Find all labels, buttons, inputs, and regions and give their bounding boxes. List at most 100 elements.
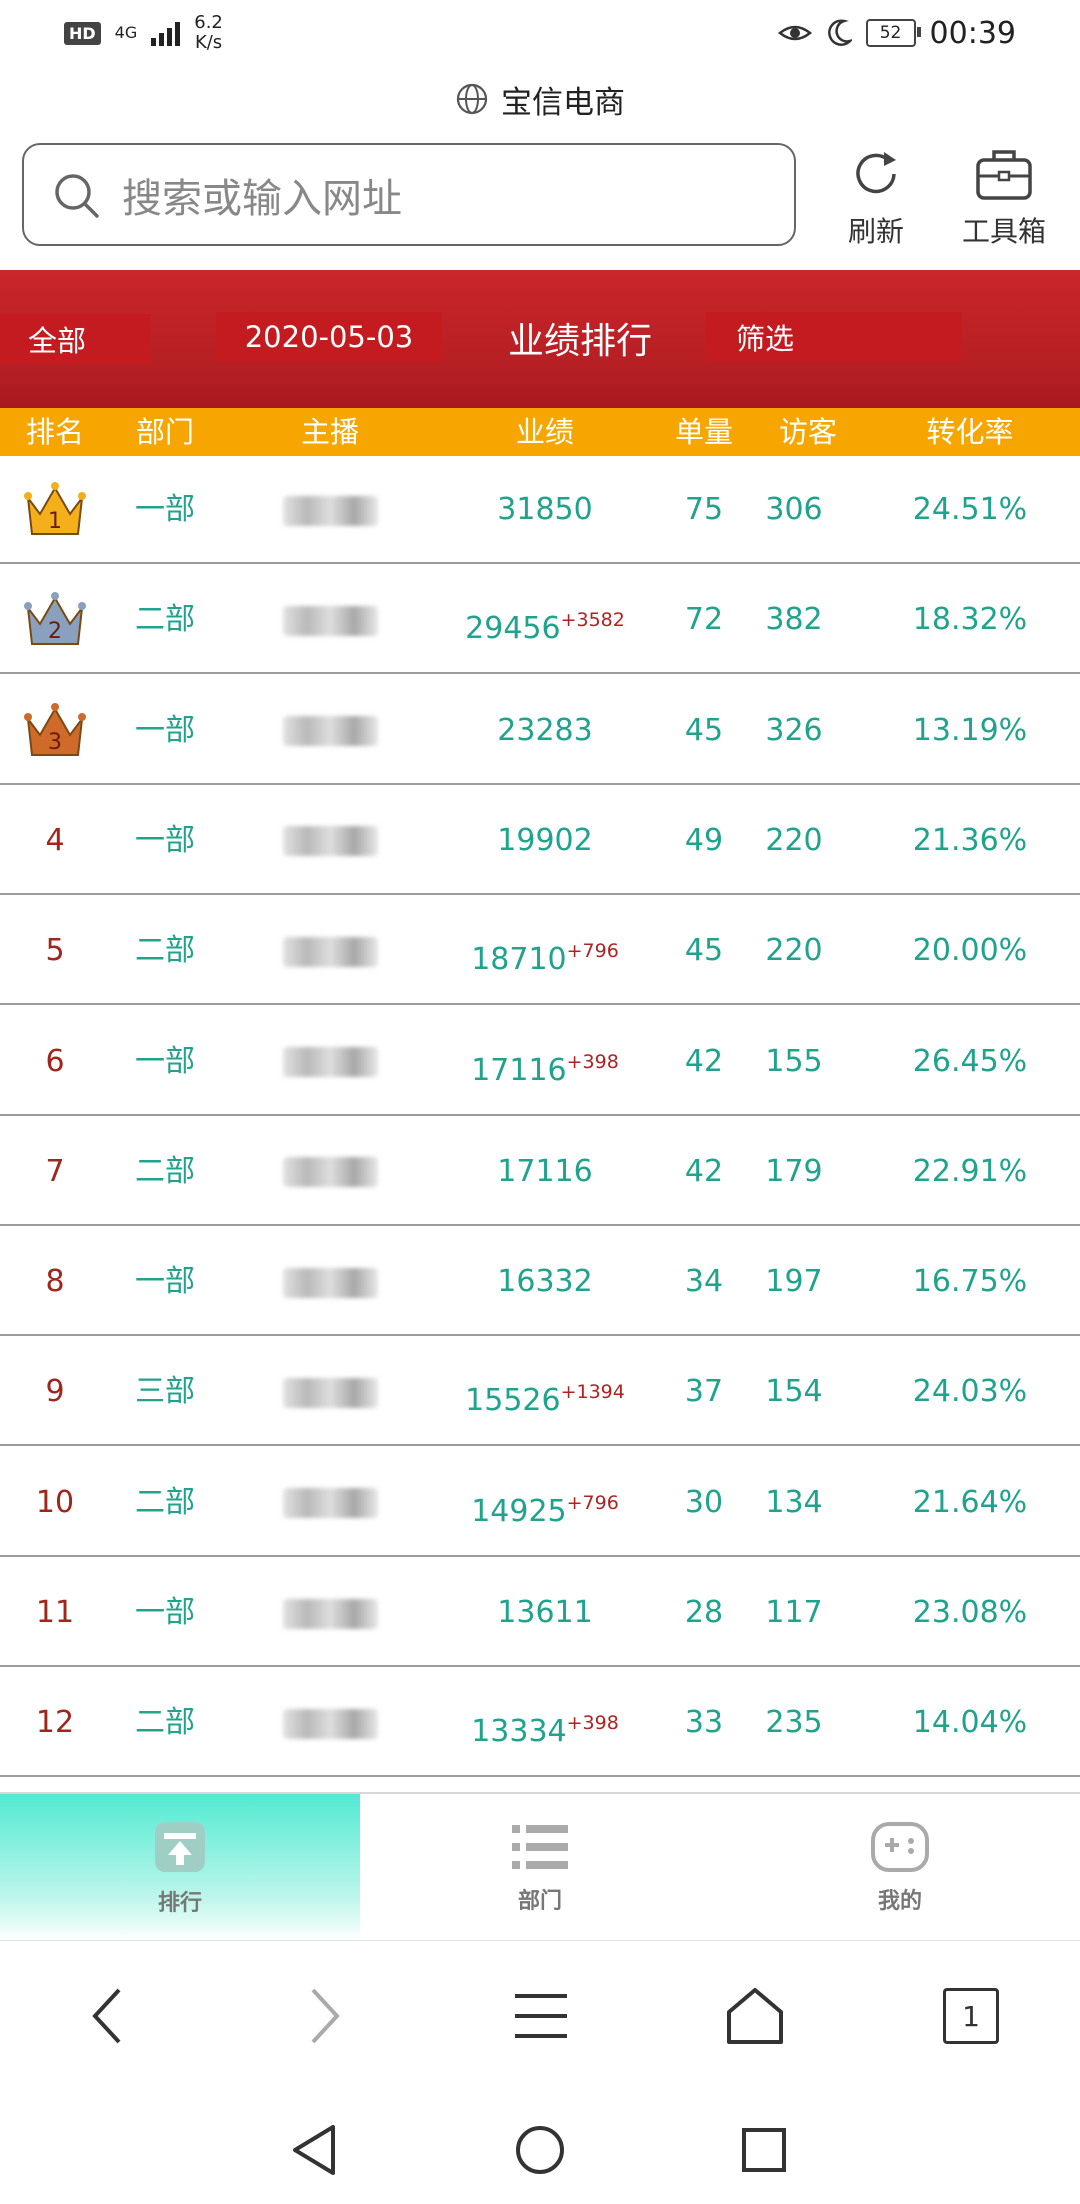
moon-icon xyxy=(827,19,852,46)
conversion-cell: 23.08% xyxy=(912,1595,1028,1630)
performance-value: 29456 xyxy=(465,611,561,647)
ranking-title: 业绩排行 xyxy=(507,321,652,362)
anchor-cell-blurred xyxy=(270,897,390,1005)
department-cell: 二部 xyxy=(135,602,195,638)
table-row[interactable]: 4 一部 19902 49 220 21.36% xyxy=(0,787,1080,895)
col-conversion: 转化率 xyxy=(926,415,1014,449)
status-right: 52 00:39 xyxy=(777,16,1016,51)
menu-icon xyxy=(515,1994,567,2038)
blurred-name xyxy=(282,1267,378,1298)
table-row[interactable]: 6 一部 17116+398 42 155 26.45% xyxy=(0,1008,1080,1116)
date-picker[interactable]: 2020-05-03 xyxy=(216,312,442,362)
blurred-name xyxy=(282,605,378,636)
conversion-cell: 21.64% xyxy=(912,1484,1028,1520)
crown-rank-number: 1 xyxy=(48,509,62,534)
column-header: 排名 部门 主播 业绩 单量 访客 转化率 xyxy=(0,408,1080,456)
rank-cell: 9 xyxy=(45,1374,65,1410)
anchor-cell-blurred xyxy=(270,1559,390,1667)
table-row[interactable]: 8 一部 16332 34 197 16.75% xyxy=(0,1228,1080,1337)
conversion-cell: 20.00% xyxy=(912,933,1028,969)
ranking-icon xyxy=(155,1822,205,1872)
blurred-name xyxy=(282,716,378,747)
department-cell: 三部 xyxy=(135,1374,195,1410)
performance-value: 17116 xyxy=(471,1052,567,1088)
performance-value: 14925 xyxy=(471,1493,567,1529)
department-cell: 二部 xyxy=(135,933,195,969)
home-button[interactable] xyxy=(720,1981,790,2051)
visitors-cell: 220 xyxy=(765,822,823,858)
visitors-cell: 134 xyxy=(765,1484,823,1520)
speed-value: 6.2 xyxy=(194,12,223,33)
toolbox-icon xyxy=(976,150,1032,200)
forward-button[interactable] xyxy=(290,1981,360,2051)
col-anchor: 主播 xyxy=(300,415,359,449)
anchor-cell-blurred xyxy=(270,787,390,895)
nav-ranking[interactable]: 排行 xyxy=(0,1794,360,1942)
back-button[interactable] xyxy=(72,1981,142,2051)
eye-icon xyxy=(777,25,812,41)
sys-recents-button[interactable] xyxy=(734,2120,794,2180)
filter-button[interactable]: 筛选 xyxy=(706,312,962,362)
sys-back-button[interactable] xyxy=(284,2120,344,2180)
col-rank: 排名 xyxy=(25,415,84,449)
table-row[interactable]: 12 二部 13334+398 33 235 14.04% xyxy=(0,1669,1080,1778)
network-speed: 6.2 K/s xyxy=(194,13,223,53)
orders-cell: 42 xyxy=(684,1153,724,1189)
crown-rank-icon: 1 xyxy=(24,482,86,535)
conversion-cell: 21.36% xyxy=(912,822,1028,858)
toolbox-button[interactable]: 工具箱 xyxy=(944,146,1064,256)
table-row[interactable]: 1 一部 31850 75 306 24.51% xyxy=(0,456,1080,564)
toolbox-label: 工具箱 xyxy=(961,215,1046,248)
chevron-left-icon xyxy=(92,1988,121,2044)
table-row[interactable]: 11 一部 13611 28 117 23.08% xyxy=(0,1559,1080,1667)
performance-cell: 18710+796 xyxy=(430,897,660,1005)
performance-value: 18710 xyxy=(471,942,567,978)
square-recents-icon xyxy=(742,2128,786,2172)
status-left: HD 4G 6.2 K/s xyxy=(64,13,223,53)
crown-rank-number: 2 xyxy=(48,619,62,644)
table-row[interactable]: 7 二部 17116 42 179 22.91% xyxy=(0,1118,1080,1226)
performance-delta: +1394 xyxy=(560,1381,625,1404)
table-row[interactable]: 10 二部 14925+796 30 134 21.64% xyxy=(0,1449,1080,1557)
table-row[interactable]: 3 一部 23283 45 326 13.19% xyxy=(0,677,1080,785)
performance-cell: 17116 xyxy=(430,1118,660,1226)
rank-cell: 4 xyxy=(45,822,65,858)
table-row[interactable]: 9 三部 15526+1394 37 154 24.03% xyxy=(0,1338,1080,1447)
department-cell: 一部 xyxy=(135,822,195,858)
nav-mine[interactable]: 我的 xyxy=(720,1794,1080,1942)
anchor-cell-blurred xyxy=(270,1228,390,1336)
orders-cell: 49 xyxy=(684,822,724,858)
table-row[interactable]: 5 二部 18710+796 45 220 20.00% xyxy=(0,897,1080,1006)
department-cell: 一部 xyxy=(135,1264,195,1300)
visitors-cell: 197 xyxy=(765,1264,823,1300)
tabs-button[interactable]: 1 xyxy=(936,1981,1006,2051)
nav-department[interactable]: 部门 xyxy=(360,1794,720,1942)
rank-cell: 6 xyxy=(45,1043,65,1079)
refresh-button[interactable]: 刷新 xyxy=(816,146,936,256)
search-input[interactable]: 搜索或输入网址 xyxy=(122,166,402,224)
performance-cell: 13334+398 xyxy=(430,1669,660,1777)
blurred-name xyxy=(282,936,378,967)
conversion-cell: 13.19% xyxy=(912,712,1028,748)
orders-cell: 75 xyxy=(684,492,724,527)
search-bar[interactable]: 搜索或输入网址 xyxy=(22,143,796,246)
col-dept: 部门 xyxy=(135,415,194,449)
bottom-nav: 排行 部门 我的 xyxy=(0,1792,1080,1942)
performance-value: 19902 xyxy=(497,822,593,858)
table-row[interactable]: 2 二部 29456+3582 72 382 18.32% xyxy=(0,566,1080,675)
filter-all-button[interactable]: 全部 xyxy=(0,314,150,364)
conversion-cell: 18.32% xyxy=(912,602,1028,638)
performance-cell: 14925+796 xyxy=(430,1449,660,1557)
performance-cell: 23283 xyxy=(430,677,660,785)
search-icon xyxy=(55,173,99,218)
sys-home-button[interactable] xyxy=(510,2120,570,2180)
performance-value: 17116 xyxy=(497,1153,593,1189)
menu-button[interactable] xyxy=(506,1981,576,2051)
globe-icon xyxy=(456,83,488,115)
visitors-cell: 306 xyxy=(765,492,823,527)
conversion-cell: 22.91% xyxy=(912,1153,1028,1189)
blurred-name xyxy=(282,495,378,526)
refresh-label: 刷新 xyxy=(847,215,904,248)
anchor-cell-blurred xyxy=(270,456,390,564)
performance-cell: 19902 xyxy=(430,787,660,895)
